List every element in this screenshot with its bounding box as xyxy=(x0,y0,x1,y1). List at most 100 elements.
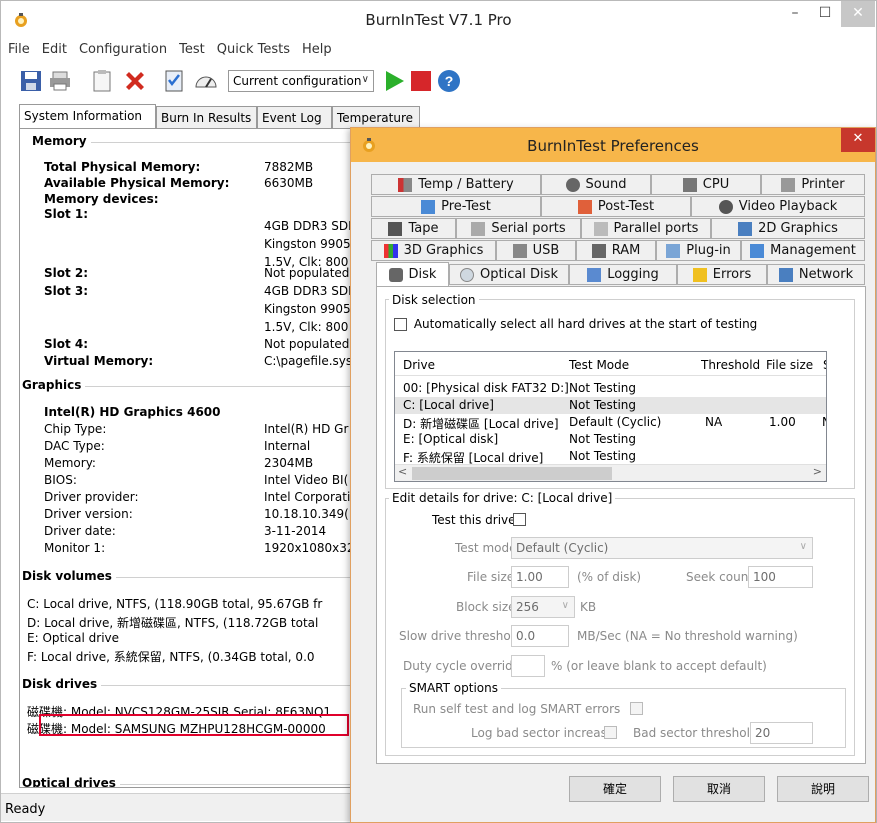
tab-event-log[interactable]: Event Log xyxy=(257,106,332,128)
row-label: Slot 3: xyxy=(44,284,89,298)
tab-management[interactable]: Management xyxy=(741,240,865,261)
file-size-label: File size xyxy=(467,570,515,584)
smart-self-test-label: Run self test and log SMART errors xyxy=(413,702,621,716)
seek-count-input[interactable]: 100 xyxy=(748,566,813,588)
tab-3d-graphics[interactable]: 3D Graphics xyxy=(371,240,496,261)
tab-ram[interactable]: RAM xyxy=(576,240,656,261)
play-icon[interactable] xyxy=(382,69,406,93)
slow-drive-threshold-input[interactable]: 0.0 xyxy=(511,625,569,647)
tab-label: Optical Disk xyxy=(480,267,558,282)
tab-2d-graphics[interactable]: 2D Graphics xyxy=(711,218,865,239)
row-label: Driver version: xyxy=(44,507,133,521)
tab-errors[interactable]: Errors xyxy=(677,264,767,285)
row-label: Driver date: xyxy=(44,524,116,538)
tab-usb[interactable]: USB xyxy=(496,240,576,261)
cell-mode: Not Testing xyxy=(569,449,637,463)
test-this-drive-checkbox[interactable] xyxy=(513,513,526,526)
tab-video-playback[interactable]: Video Playback xyxy=(691,196,865,217)
test-mode-select[interactable]: Default (Cyclic) ∨ xyxy=(511,537,813,559)
checklist-icon[interactable] xyxy=(162,69,186,93)
tab-tape[interactable]: Tape xyxy=(371,218,456,239)
row-label: Driver provider: xyxy=(44,490,139,504)
tab-disk[interactable]: Disk xyxy=(376,262,449,286)
tab-parallel-ports[interactable]: Parallel ports xyxy=(581,218,711,239)
clipboard-icon[interactable] xyxy=(90,69,114,93)
tab-label: Errors xyxy=(712,267,752,282)
tab-sound[interactable]: Sound xyxy=(541,174,651,195)
tab-pre-test[interactable]: Pre-Test xyxy=(371,196,541,217)
row-value: Not populated xyxy=(264,337,350,351)
row-label: Available Physical Memory: xyxy=(44,176,230,190)
tab-printer[interactable]: Printer xyxy=(761,174,865,195)
log-bad-sector-checkbox[interactable] xyxy=(604,726,617,739)
column-drive[interactable]: Drive xyxy=(403,358,435,372)
block-size-select[interactable]: 256 ∨ xyxy=(511,596,575,618)
tab-label: Logging xyxy=(607,267,659,282)
gauge-icon[interactable] xyxy=(194,69,218,93)
tab-label: 3D Graphics xyxy=(403,243,484,258)
row-value: Not populated xyxy=(264,266,350,280)
menu-help[interactable]: Help xyxy=(295,39,337,57)
ok-button[interactable]: 確定 xyxy=(569,776,661,802)
column-smart[interactable]: SM xyxy=(823,358,826,372)
close-button[interactable]: ✕ xyxy=(841,1,875,27)
toolbar: Current configuration ∨ ? xyxy=(1,61,876,103)
table-row[interactable]: 00: [Physical disk FAT32 D:] Not Testing xyxy=(395,380,826,397)
memory-header: Memory xyxy=(32,134,91,148)
menu-edit[interactable]: Edit xyxy=(35,39,72,57)
tab-system-information[interactable]: System Information xyxy=(19,104,156,128)
help-icon[interactable]: ? xyxy=(437,69,461,93)
highlight-annotation-box xyxy=(39,714,349,736)
tab-label: Management xyxy=(770,243,856,258)
table-row[interactable]: F: 系統保留 [Local drive] Not Testing xyxy=(395,448,826,465)
tab-post-test[interactable]: Post-Test xyxy=(541,196,691,217)
help-button[interactable]: 說明 xyxy=(777,776,869,802)
tab-plug-in[interactable]: Plug-in xyxy=(656,240,741,261)
row-label: Memory devices: xyxy=(44,192,159,206)
file-size-input[interactable]: 1.00 xyxy=(511,566,569,588)
column-test-mode[interactable]: Test Mode xyxy=(569,358,629,372)
save-icon[interactable] xyxy=(19,69,43,93)
bad-sector-threshold-label: Bad sector threshold xyxy=(633,726,758,740)
tab-network[interactable]: Network xyxy=(767,264,865,285)
menu-quick-tests[interactable]: Quick Tests xyxy=(210,39,295,57)
drive-list[interactable]: Drive Test Mode Threshold File size SM 0… xyxy=(394,351,827,482)
printer-icon[interactable] xyxy=(48,69,72,93)
cancel-button[interactable]: 取消 xyxy=(673,776,765,802)
smart-self-test-checkbox[interactable] xyxy=(630,702,643,715)
tab-optical-disk[interactable]: Optical Disk xyxy=(449,264,569,285)
tab-logging[interactable]: Logging xyxy=(569,264,677,285)
auto-select-checkbox[interactable] xyxy=(394,318,407,331)
column-threshold[interactable]: Threshold xyxy=(701,358,760,372)
horizontal-scrollbar[interactable]: < > xyxy=(395,464,826,481)
tab-temperature[interactable]: Temperature xyxy=(332,106,420,128)
duty-cycle-input[interactable] xyxy=(511,655,545,677)
stop-icon[interactable] xyxy=(409,69,433,93)
auto-select-label: Automatically select all hard drives at … xyxy=(413,317,758,331)
cell-mode: Not Testing xyxy=(569,381,637,395)
maximize-button[interactable]: ☐ xyxy=(811,1,839,27)
bad-sector-threshold-input[interactable]: 20 xyxy=(750,722,813,744)
menu-configuration[interactable]: Configuration xyxy=(72,39,172,57)
dialog-close-button[interactable]: ✕ xyxy=(841,128,875,152)
delete-x-icon[interactable] xyxy=(123,69,147,93)
seek-count-label: Seek count xyxy=(686,570,754,584)
cell-smart: N xyxy=(822,415,826,429)
tab-serial-ports[interactable]: Serial ports xyxy=(456,218,581,239)
tab-label: Parallel ports xyxy=(613,221,699,236)
tab-cpu[interactable]: CPU xyxy=(651,174,761,195)
scrollbar-thumb[interactable] xyxy=(412,467,612,480)
table-row[interactable]: C: [Local drive] Not Testing xyxy=(395,397,826,414)
menu-test[interactable]: Test xyxy=(172,39,210,57)
table-row[interactable]: E: [Optical disk] Not Testing xyxy=(395,431,826,448)
column-file-size[interactable]: File size xyxy=(766,358,813,372)
cpu-icon xyxy=(682,177,697,192)
scroll-right-icon[interactable]: > xyxy=(813,465,822,478)
table-row[interactable]: D: 新增磁碟區 [Local drive] Default (Cyclic) … xyxy=(395,414,826,431)
menu-file[interactable]: File xyxy=(1,39,35,57)
tab-temp-battery[interactable]: Temp / Battery xyxy=(371,174,541,195)
tab-burn-in-results[interactable]: Burn In Results xyxy=(156,106,257,128)
configuration-select[interactable]: Current configuration ∨ xyxy=(228,70,374,92)
minimize-button[interactable]: – xyxy=(781,1,809,27)
scroll-left-icon[interactable]: < xyxy=(398,465,407,478)
